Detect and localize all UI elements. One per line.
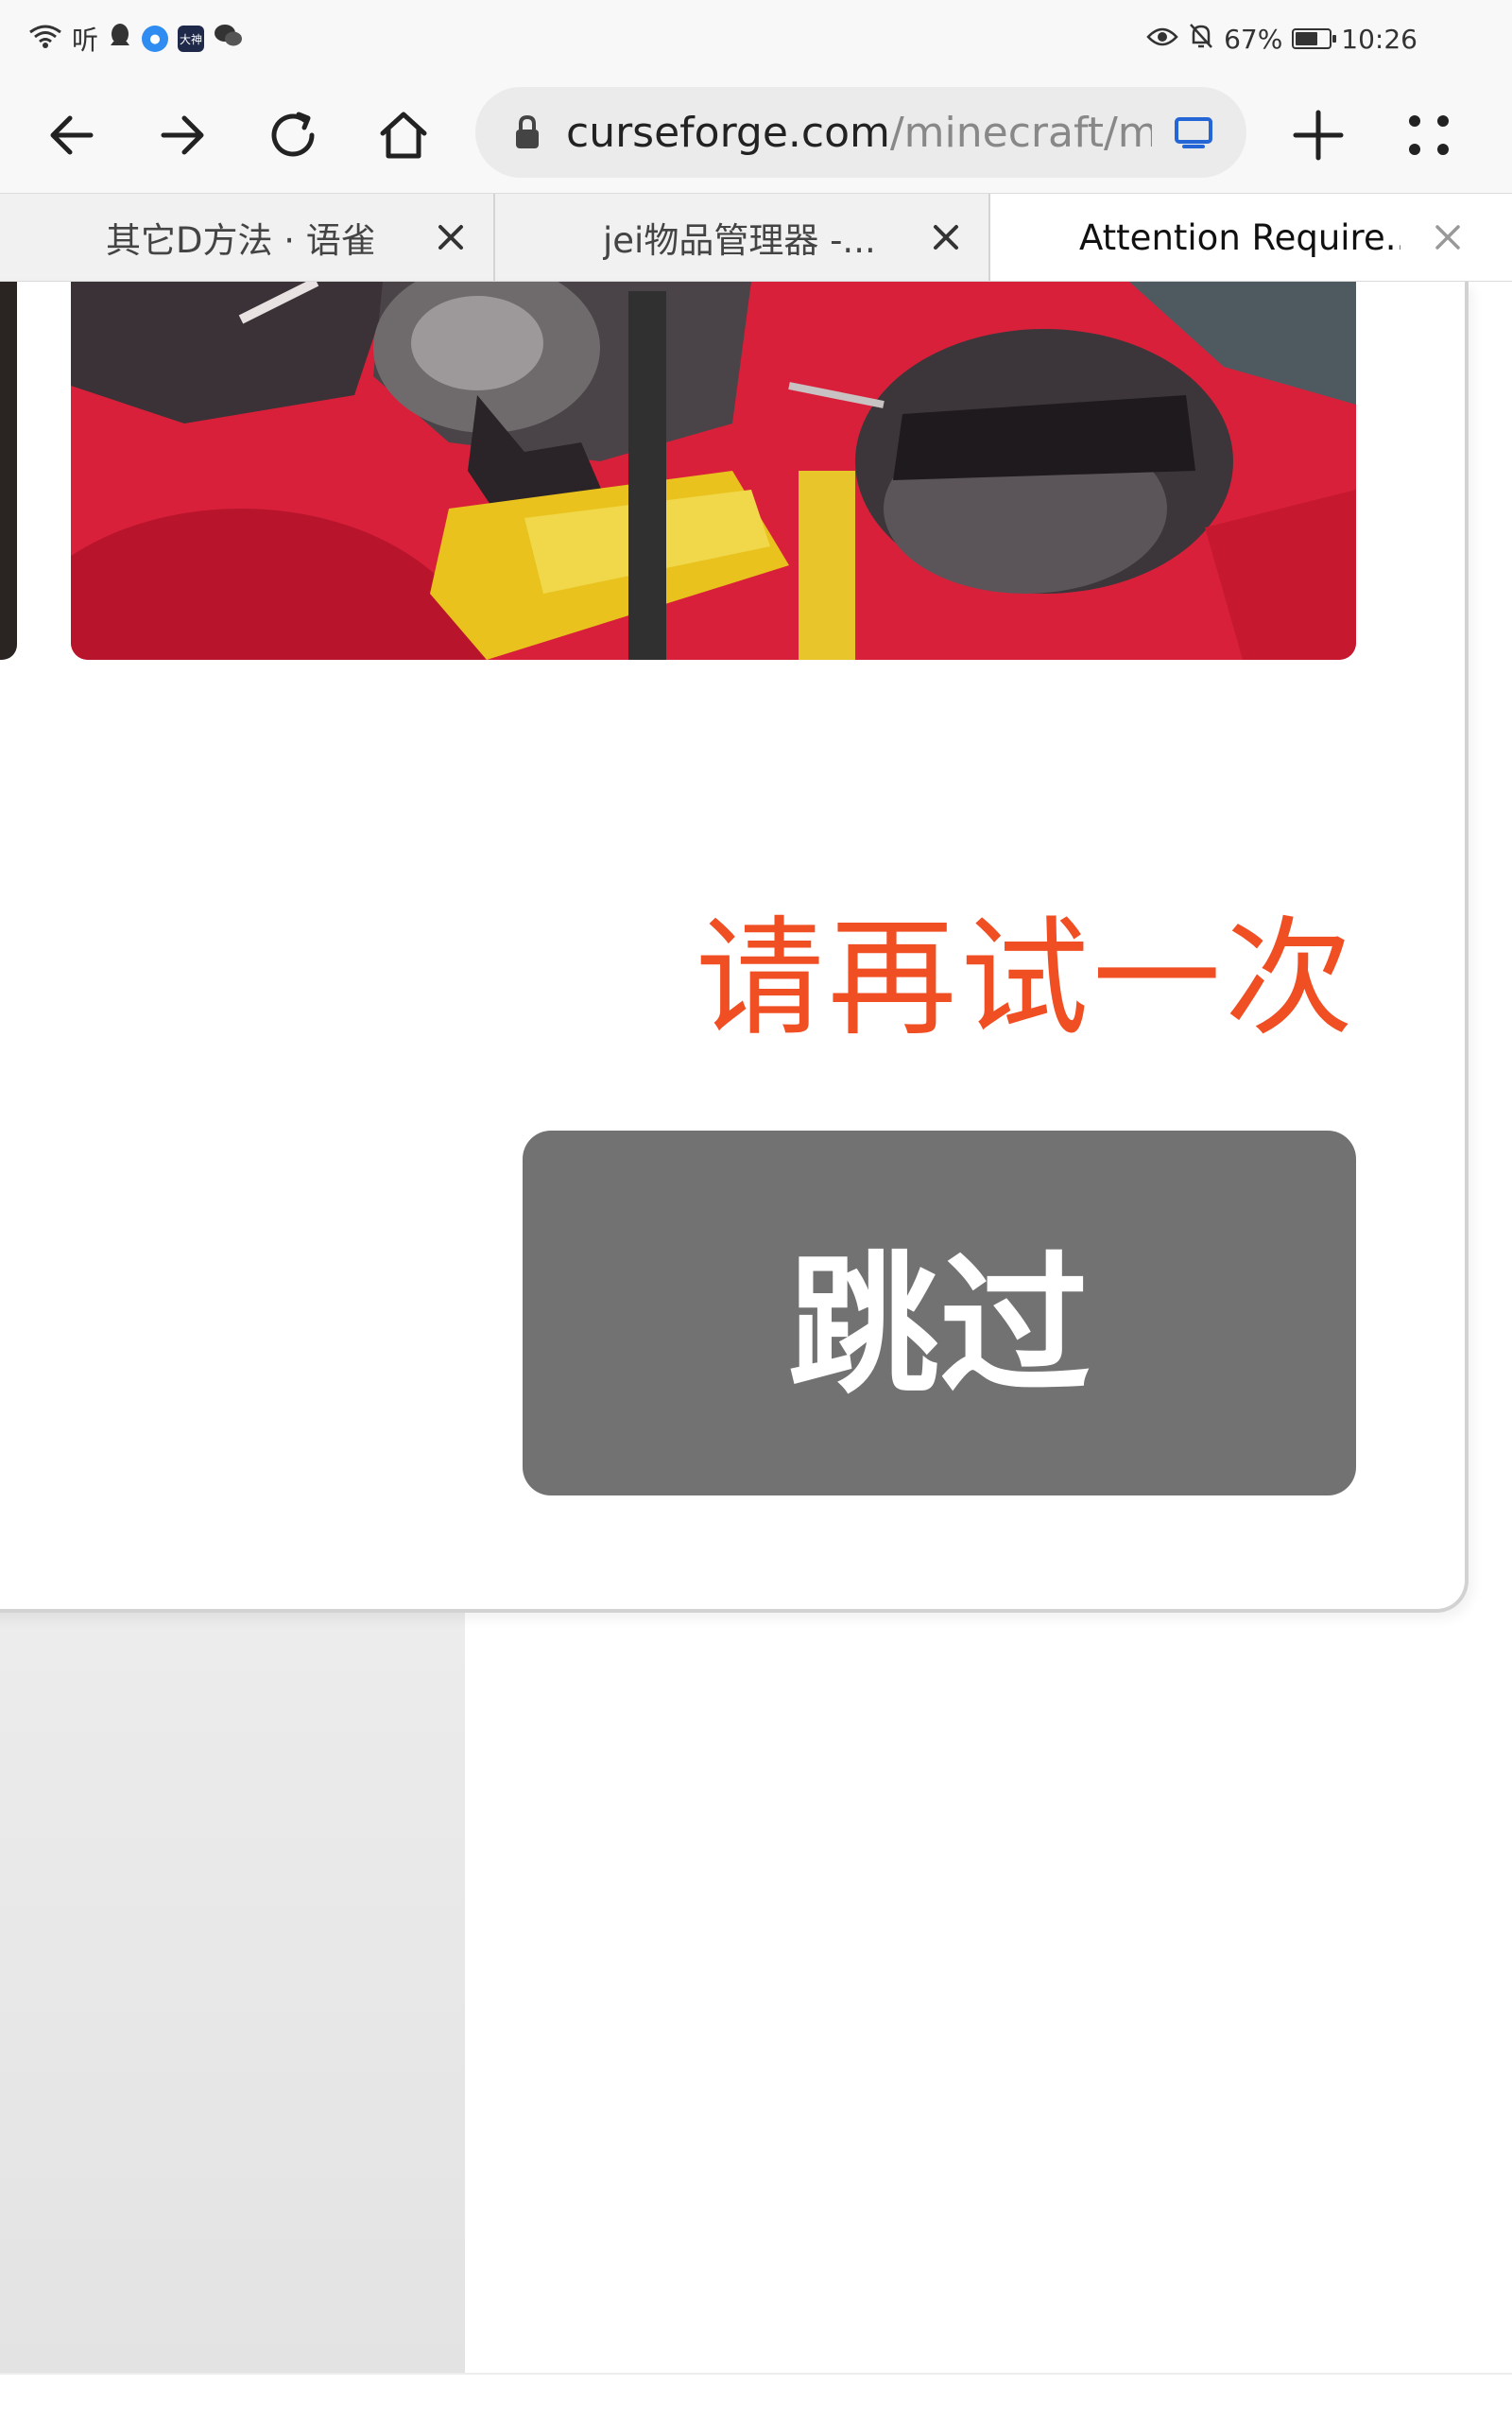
plus-icon <box>1293 110 1344 161</box>
status-listen-text: 听 <box>72 25 99 56</box>
page-sidebar-background <box>0 1612 465 2373</box>
dashen-app-icon: 大神 <box>178 26 205 52</box>
battery-icon <box>1292 28 1337 49</box>
battery-percent: 67% <box>1224 23 1283 55</box>
cast-screen-icon[interactable] <box>1173 113 1214 151</box>
screen: 听 ● 大神 67% 10:26 curseforge.com/minecraf… <box>0 0 1512 2420</box>
url-path: /minecraft/m <box>889 108 1152 157</box>
battery-fill <box>1296 32 1318 45</box>
tab-title: Attention Require... <box>1079 216 1400 258</box>
tab-yuque[interactable]: 其它D方法 · 语雀 <box>0 194 493 281</box>
browser-app-icon: ● <box>142 26 169 52</box>
wifi-icon <box>28 23 62 56</box>
close-icon <box>438 225 463 250</box>
status-bar-right: 67% 10:26 <box>1146 22 1418 57</box>
page-divider <box>0 2373 1512 2375</box>
new-tab-button[interactable] <box>1282 99 1354 171</box>
address-bar[interactable]: curseforge.com/minecraft/m <box>475 87 1246 178</box>
back-button[interactable] <box>36 99 108 171</box>
reload-button[interactable] <box>257 99 329 171</box>
close-tab-button[interactable] <box>430 216 472 258</box>
status-bar-left: 听 ● 大神 <box>28 20 244 58</box>
arrow-left-icon <box>50 115 94 155</box>
close-tab-button[interactable] <box>925 216 967 258</box>
previous-captcha-image <box>0 282 17 660</box>
captcha-image[interactable] <box>71 282 1356 660</box>
close-icon <box>1435 225 1460 250</box>
dots-grid-icon <box>1409 115 1449 155</box>
tab-title: 其它D方法 · 语雀 <box>106 220 376 261</box>
menu-button[interactable] <box>1393 99 1465 171</box>
skip-button[interactable]: 跳过 <box>523 1131 1356 1495</box>
forward-button[interactable] <box>146 99 218 171</box>
qq-icon <box>108 23 132 56</box>
close-tab-button[interactable] <box>1427 216 1469 258</box>
wechat-icon <box>214 23 244 56</box>
retry-message: 请再试一次 <box>696 905 1357 1054</box>
tab-jei[interactable]: jei物品管理器 -... <box>495 194 988 281</box>
home-button[interactable] <box>368 99 439 171</box>
clock: 10:26 <box>1341 23 1418 55</box>
url-text[interactable]: curseforge.com/minecraft/m <box>566 109 1152 157</box>
status-bar: 听 ● 大神 67% 10:26 <box>0 0 1512 78</box>
tab-strip: 其它D方法 · 语雀 jei物品管理器 -... Attention Requi… <box>0 193 1512 282</box>
url-domain: curseforge.com <box>566 108 890 157</box>
close-icon <box>934 225 958 250</box>
tab-attention-required[interactable]: Attention Require... <box>990 194 1512 281</box>
home-icon <box>380 112 427 159</box>
arrow-right-icon <box>161 115 204 155</box>
reload-icon <box>271 112 315 157</box>
browser-toolbar: curseforge.com/minecraft/m <box>0 78 1512 193</box>
tab-title: jei物品管理器 -... <box>603 220 876 261</box>
lock-icon <box>516 114 539 148</box>
mute-bell-icon <box>1188 22 1214 57</box>
eye-icon <box>1146 24 1178 55</box>
